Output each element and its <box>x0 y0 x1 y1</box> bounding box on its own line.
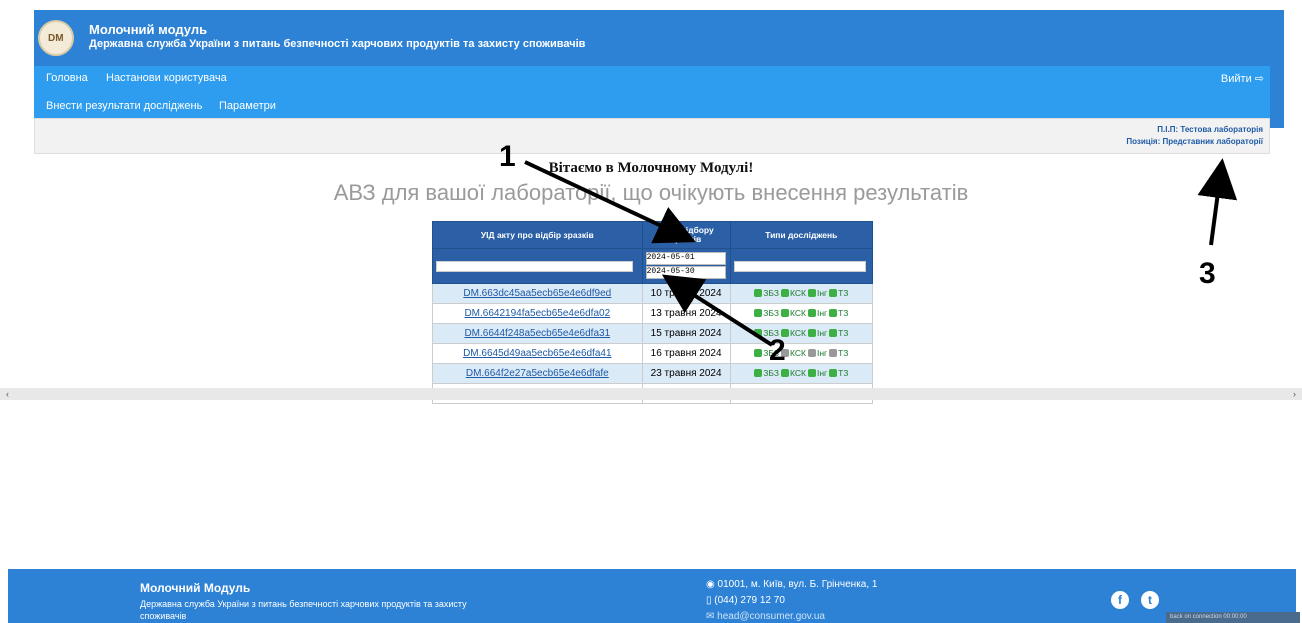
annotation-1: 1 <box>499 140 516 173</box>
annotation-arrows <box>524 158 1238 347</box>
arrow-2 <box>661 274 774 347</box>
arrow-1 <box>524 160 696 244</box>
arrow-3 <box>1197 158 1238 246</box>
annotation-2: 2 <box>769 334 786 367</box>
annotation-3: 3 <box>1199 257 1216 290</box>
